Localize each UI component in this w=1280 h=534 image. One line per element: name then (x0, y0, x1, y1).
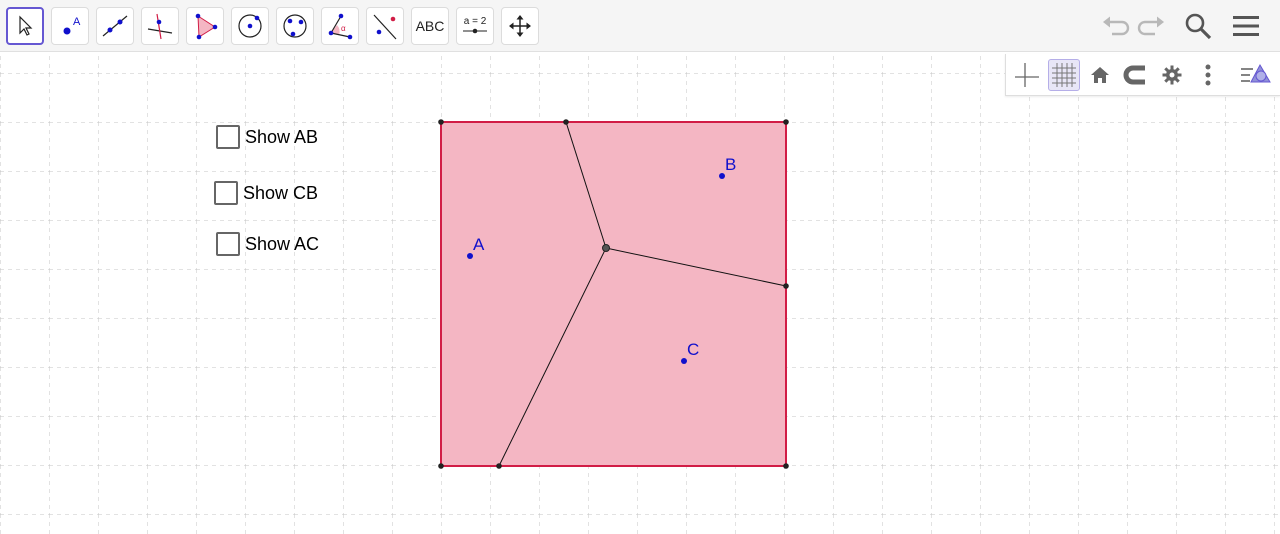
center-point[interactable] (602, 244, 610, 252)
undo-icon (1103, 16, 1130, 36)
corner-point[interactable] (438, 119, 444, 125)
move-graphics-view-tool-button[interactable] (501, 7, 539, 45)
main-menu-button[interactable] (1229, 9, 1263, 43)
intersection-point[interactable] (563, 119, 569, 125)
search-icon (1185, 13, 1212, 40)
intersection-point[interactable] (496, 463, 502, 469)
graphics-view[interactable]: A B C (0, 53, 1280, 534)
move-tool-button[interactable] (6, 7, 44, 45)
grid-icon (1052, 63, 1076, 87)
corner-point[interactable] (783, 463, 789, 469)
angle-icon: α (328, 13, 353, 40)
polygon-icon (195, 13, 218, 40)
text-tool-button[interactable]: ABC (411, 7, 449, 45)
graphics-settings-button[interactable] (1156, 59, 1188, 91)
perpendicular-line-icon (147, 13, 173, 40)
checkbox-label: Show AC (245, 233, 320, 254)
magnet-icon (1123, 65, 1145, 85)
perpendicular-line-tool-button[interactable] (141, 7, 179, 45)
point-a-label: A (473, 235, 485, 254)
hamburger-menu-icon (1233, 16, 1259, 36)
text-tool-label: ABC (415, 18, 445, 34)
graphics-style-bar (1005, 54, 1280, 96)
standard-view-button[interactable] (1084, 59, 1116, 91)
checkbox-label: Show CB (243, 182, 319, 203)
slider-icon (463, 28, 487, 34)
circle-three-points-icon (283, 14, 307, 38)
show-ab-checkbox[interactable]: Show AB (216, 125, 318, 149)
toggle-axes-button[interactable] (1011, 59, 1043, 91)
more-vert-icon (1205, 64, 1211, 86)
checkbox-box[interactable] (216, 232, 240, 256)
move-arrows-icon (509, 15, 531, 37)
point-icon: A (63, 16, 81, 35)
more-options-button[interactable] (1192, 59, 1224, 91)
slider-tool-label: a = 2 (463, 16, 487, 27)
search-button[interactable] (1181, 9, 1215, 43)
undo-button[interactable] (1098, 9, 1132, 43)
algebra-view-icon (1241, 63, 1271, 83)
reflect-tool-button[interactable] (366, 7, 404, 45)
home-icon (1091, 67, 1109, 83)
point-tool-button[interactable]: A (51, 7, 89, 45)
intersection-point[interactable] (783, 283, 789, 289)
redo-button[interactable] (1135, 9, 1169, 43)
circle-three-points-tool-button[interactable] (276, 7, 314, 45)
checkbox-box[interactable] (216, 125, 240, 149)
line-icon (102, 15, 128, 37)
angle-tool-button[interactable]: α (321, 7, 359, 45)
point-capturing-button[interactable] (1120, 59, 1152, 91)
arrow-cursor-icon (19, 15, 33, 36)
circle-center-icon (238, 14, 262, 38)
angle-tool-label: α (341, 24, 346, 33)
show-ac-checkbox[interactable]: Show AC (216, 232, 319, 256)
redo-icon (1137, 16, 1164, 36)
circle-center-tool-button[interactable] (231, 7, 269, 45)
slider-tool-button[interactable]: a = 2 (456, 7, 494, 45)
corner-point[interactable] (438, 463, 444, 469)
algebra-view-toggle-button[interactable] (1240, 59, 1272, 91)
slider-tool-content: a = 2 (461, 17, 489, 35)
axes-icon (1015, 63, 1039, 87)
gear-icon (1162, 65, 1182, 85)
reflect-icon (373, 14, 397, 40)
toolbar: A α ABC a = 2 (0, 0, 1280, 52)
point-c-label: C (687, 340, 699, 359)
corner-point[interactable] (783, 119, 789, 125)
point-b-label: B (725, 155, 736, 174)
checkbox-label: Show AB (245, 126, 319, 147)
show-cb-checkbox[interactable]: Show CB (214, 181, 318, 205)
point-tool-label: A (73, 16, 81, 28)
polygon-tool-button[interactable] (186, 7, 224, 45)
checkbox-box[interactable] (214, 181, 238, 205)
toggle-grid-button[interactable] (1048, 59, 1080, 91)
line-tool-button[interactable] (96, 7, 134, 45)
